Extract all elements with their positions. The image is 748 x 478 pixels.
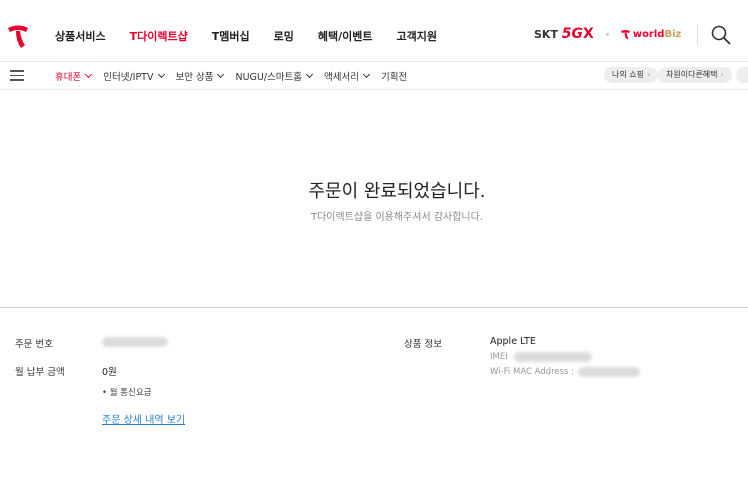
my-shopping-button[interactable]: 나의 쇼핑 › — [604, 67, 659, 83]
skt-text: SKT — [534, 28, 558, 41]
category-item-4[interactable]: 액세서리 — [324, 69, 371, 83]
brand-area: SKT 5GX world Biz — [534, 26, 681, 42]
chevron-down-icon — [217, 70, 225, 79]
worldbiz-mark-icon — [620, 29, 630, 39]
category-item-1[interactable]: 인터넷/IPTV — [103, 69, 165, 83]
chevron-down-icon — [305, 70, 314, 79]
nav-item-4[interactable]: 혜택/이벤트 — [318, 28, 373, 44]
section-divider — [0, 307, 748, 308]
chevron-down-icon — [362, 70, 371, 79]
biz-text: Biz — [664, 28, 682, 40]
chevron-down-icon — [157, 70, 165, 79]
benefits-button[interactable]: 차원이다른혜택 › — [658, 67, 732, 83]
category-item-2[interactable]: 보안 상품 — [175, 69, 225, 83]
category-label: 기획전 — [381, 72, 408, 83]
monthly-fee-note: • 월 통신요금 — [102, 388, 152, 398]
category-label: 보안 상품 — [175, 72, 214, 83]
brand-separator — [605, 32, 609, 36]
chevron-down-icon — [85, 70, 93, 79]
skt-5gx-logo[interactable]: SKT 5GX — [534, 26, 594, 42]
nav-item-1[interactable]: T다이렉트샵 — [130, 28, 188, 44]
chevron-right-icon: › — [720, 70, 724, 79]
category-label: 휴대폰 — [55, 72, 82, 83]
order-complete-subtitle: T다이렉트샵을 이용해주셔서 감사합니다. — [310, 212, 484, 223]
category-nav: 휴대폰 인터넷/IPTV 보안 상품 NUGU/스마트홈 액세서리 기획전 — [55, 69, 419, 83]
category-label: NUGU/스마트홈 — [235, 72, 303, 83]
t-logo-icon[interactable] — [6, 23, 30, 49]
product-info-label: 상품 정보 — [404, 339, 442, 350]
order-detail-link[interactable]: 주문 상세 내역 보기 — [102, 411, 185, 426]
benefits-label: 차원이다른혜택 — [666, 70, 718, 79]
category-label: 인터넷/IPTV — [103, 72, 154, 83]
wifi-mac-label: Wi-Fi MAC Address : — [490, 367, 575, 377]
my-shopping-label: 나의 쇼핑 — [612, 70, 644, 79]
more-pill[interactable] — [736, 67, 748, 83]
nav-item-0[interactable]: 상품서비스 — [55, 28, 106, 44]
nav-item-3[interactable]: 로밍 — [274, 28, 294, 44]
nav-item-2[interactable]: T멤버십 — [212, 28, 250, 44]
sub-nav: 휴대폰 인터넷/IPTV 보안 상품 NUGU/스마트홈 액세서리 기획전 나의 쇼핑 › … — [0, 62, 748, 90]
order-number-label: 주문 번호 — [15, 339, 53, 350]
hamburger-menu-icon[interactable] — [10, 70, 24, 81]
order-number-redacted — [102, 337, 168, 347]
category-item-0[interactable]: 휴대폰 — [55, 69, 93, 83]
order-complete-title: 주문이 완료되었습니다. — [308, 181, 486, 202]
header-divider — [697, 24, 698, 46]
monthly-payment-value: 0원 — [102, 367, 117, 378]
monthly-payment-label: 월 납부 금액 — [15, 367, 65, 378]
worldbiz-logo[interactable]: world Biz — [620, 28, 682, 40]
nav-item-5[interactable]: 고객지원 — [396, 28, 436, 44]
wifi-mac-redacted — [578, 367, 640, 377]
search-icon[interactable] — [710, 24, 732, 46]
imei-redacted — [514, 352, 592, 362]
category-item-5[interactable]: 기획전 — [381, 69, 407, 83]
main-nav: 상품서비스 T다이렉트샵 T멤버십 로밍 혜택/이벤트 고객지원 — [55, 28, 461, 44]
product-name: Apple LTE — [490, 336, 536, 347]
category-label: 액세서리 — [324, 72, 359, 83]
x-text: X — [583, 26, 594, 42]
imei-label: IMEI — [490, 352, 508, 362]
category-item-3[interactable]: NUGU/스마트홈 — [235, 69, 314, 83]
world-text: world — [632, 28, 665, 40]
5g-text: 5G — [561, 26, 584, 42]
chevron-right-icon: › — [646, 70, 651, 79]
top-header: 상품서비스 T다이렉트샵 T멤버십 로밍 혜택/이벤트 고객지원 SKT 5GX worl… — [0, 0, 748, 62]
